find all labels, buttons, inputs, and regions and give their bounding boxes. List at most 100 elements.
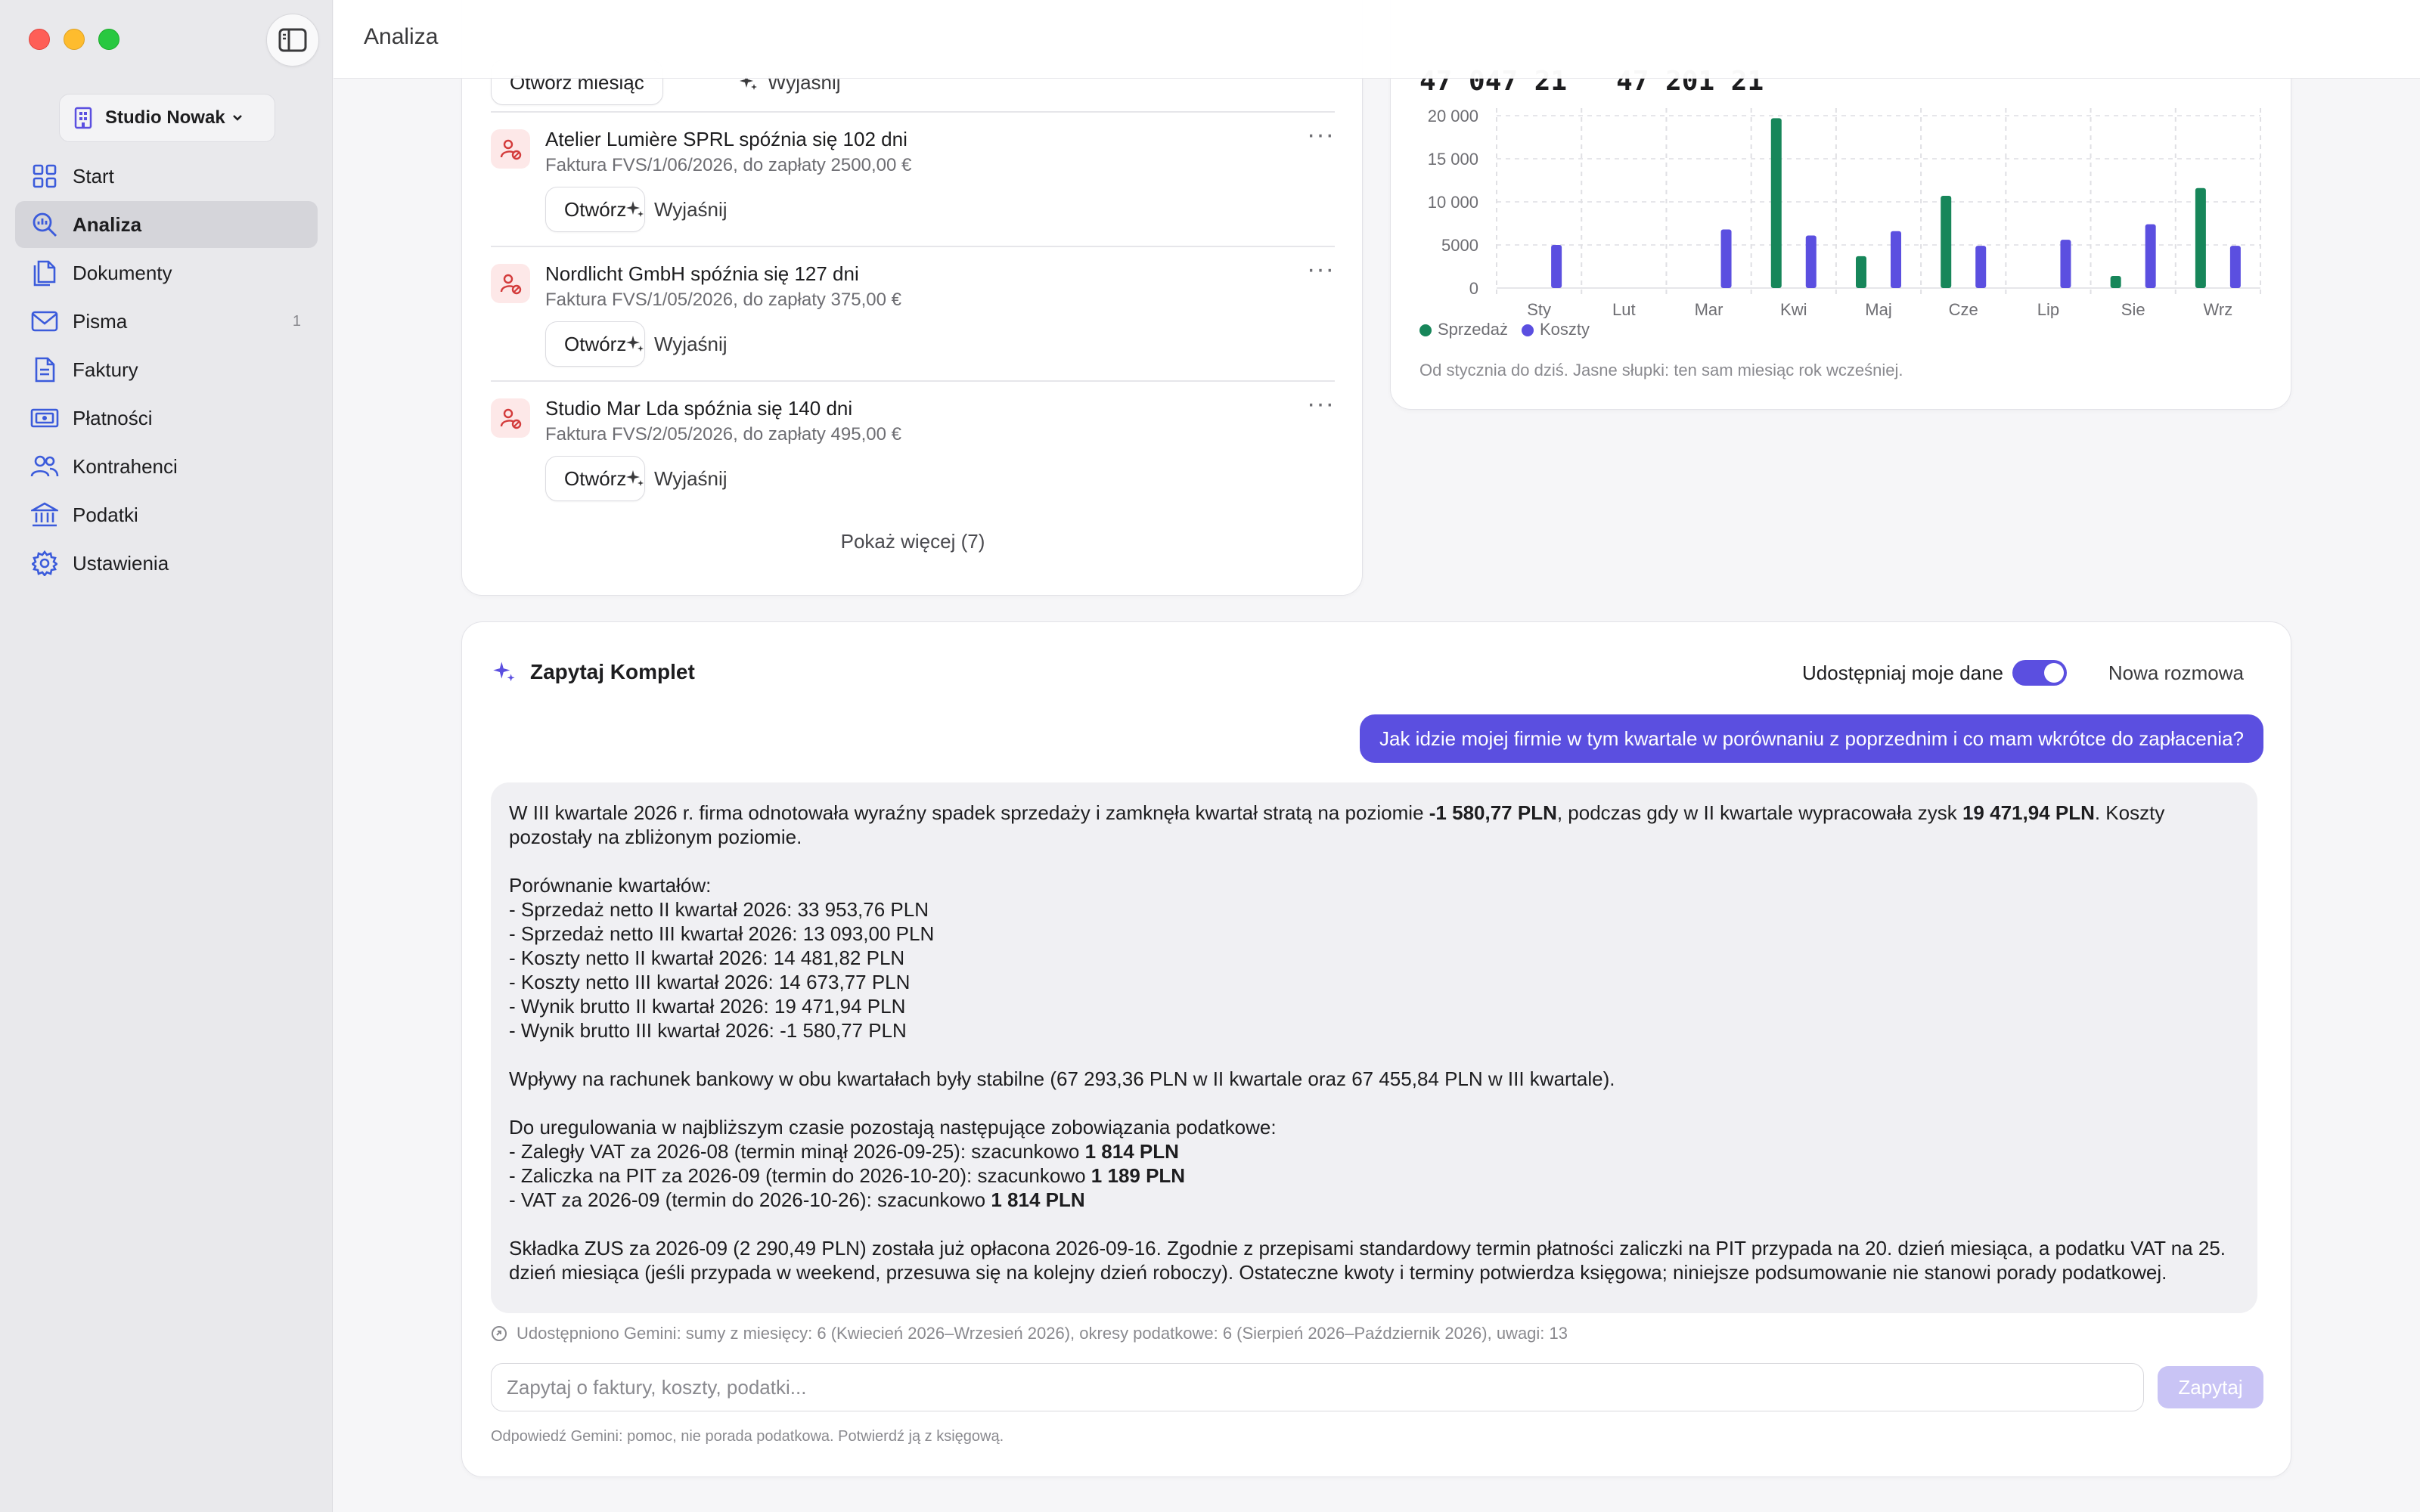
answer-bold: -1 580,77 PLN — [1429, 801, 1557, 824]
answer-list-item: - Koszty netto III kwartał 2026: 14 673,… — [509, 971, 911, 993]
sidebar-item-kontrahenci[interactable]: Kontrahenci — [15, 443, 318, 490]
x-tick-label: Sie — [2121, 300, 2145, 318]
answer-paragraph: Wpływy na rachunek bankowy w obu kwartał… — [509, 1067, 1615, 1090]
sidebar-item-ustawienia[interactable]: Ustawienia — [15, 540, 318, 587]
sidebar-toggle-button[interactable] — [266, 14, 319, 67]
ask-input[interactable] — [491, 1363, 2144, 1411]
x-tick-label: Cze — [1949, 300, 1978, 318]
top-bar: Analiza — [334, 0, 2420, 79]
legend-label: Sprzedaż — [1438, 320, 1508, 339]
answer-list-item: - Sprzedaż netto II kwartał 2026: 33 953… — [509, 898, 929, 921]
x-tick-label: Mar — [1695, 300, 1723, 318]
bar-sales — [1770, 118, 1782, 288]
sidebar-item-label: Dokumenty — [73, 261, 172, 284]
answer-text: , podczas gdy w II kwartale wypracowała … — [1556, 801, 1962, 824]
sparkle-icon — [493, 662, 515, 682]
overdue-subtitle: Faktura FVS/2/05/2026, do zapłaty 495,00… — [545, 424, 901, 445]
show-more-link[interactable]: Pokaż więcej (7) — [462, 530, 1362, 553]
answer-list-item: - Wynik brutto II kwartał 2026: 19 471,9… — [509, 995, 906, 1018]
answer-list-item: - Sprzedaż netto III kwartał 2026: 13 09… — [509, 922, 935, 945]
explain-button[interactable]: Wyjaśnij — [625, 187, 728, 232]
overdue-title: Studio Mar Lda spóźnia się 140 dni — [545, 397, 853, 420]
explain-button[interactable]: Wyjaśnij — [625, 456, 728, 501]
share-data-label: Udostępniaj moje dane — [1802, 662, 2003, 684]
sidebar-item-label: Podatki — [73, 503, 138, 526]
chart-legend: Sprzedaż Koszty — [1419, 320, 1590, 339]
y-tick-label: 20 000 — [1428, 107, 1478, 125]
more-options-icon[interactable]: ··· — [1307, 120, 1335, 150]
share-data-toggle[interactable] — [2012, 660, 2067, 686]
window-zoom-button[interactable] — [98, 29, 119, 50]
bar-costs — [2145, 224, 2156, 288]
sidebar: Studio Nowak Start Analiza Dokumenty Pis… — [0, 0, 333, 1512]
sidebar-item-platnosci[interactable]: Płatności — [15, 395, 318, 442]
bar-costs — [1891, 231, 1901, 288]
sidebar-item-faktury[interactable]: Faktury — [15, 346, 318, 393]
y-tick-label: 10 000 — [1428, 193, 1478, 212]
sparkle-icon — [626, 201, 644, 217]
answer-text: W III kwartale 2026 r. firma odnotowała … — [509, 801, 1429, 824]
sidebar-item-label: Kontrahenci — [73, 454, 178, 478]
explain-label: Wyjaśnij — [654, 197, 728, 221]
answer-paragraph: Składka ZUS za 2026-09 (2 290,49 PLN) zo… — [509, 1237, 2226, 1284]
more-options-icon[interactable]: ··· — [1307, 389, 1335, 419]
bank-icon — [30, 500, 59, 529]
sidebar-item-podatki[interactable]: Podatki — [15, 491, 318, 538]
sidebar-item-dokumenty[interactable]: Dokumenty — [15, 249, 318, 296]
sidebar-item-label: Pisma — [73, 309, 128, 333]
shared-note-text: Udostępniono Gemini: sumy z miesięcy: 6 … — [517, 1324, 1568, 1343]
sidebar-nav: Start Analiza Dokumenty Pisma 1 Faktury … — [15, 153, 318, 588]
explain-label: Wyjaśnij — [654, 466, 728, 490]
person-alert-icon — [491, 264, 530, 303]
bar-sales — [2110, 276, 2121, 288]
bar-costs — [2229, 246, 2241, 288]
sidebar-item-label: Start — [73, 164, 114, 187]
new-conversation-button[interactable]: Nowa rozmowa — [2108, 662, 2244, 685]
y-tick-label: 15 000 — [1428, 150, 1478, 169]
answer-list-item: - Zaległy VAT za 2026-08 (termin minął 2… — [509, 1140, 1085, 1163]
person-alert-icon — [491, 398, 530, 438]
overdue-row: Studio Mar Lda spóźnia się 140 dni Faktu… — [491, 380, 1335, 513]
documents-icon — [30, 259, 59, 287]
sidebar-item-label: Płatności — [73, 406, 153, 429]
sidebar-item-pisma[interactable]: Pisma 1 — [15, 298, 318, 345]
banknote-icon — [30, 404, 59, 432]
answer-text: Do uregulowania w najbliższym czasie poz… — [509, 1116, 1277, 1139]
overdue-title: Atelier Lumière SPRL spóźnia się 102 dni — [545, 128, 908, 150]
answer-list-item: - Koszty netto II kwartał 2026: 14 481,8… — [509, 947, 905, 969]
gear-icon — [30, 549, 59, 578]
sidebar-item-start[interactable]: Start — [15, 153, 318, 200]
explain-button[interactable]: Wyjaśnij — [625, 321, 728, 367]
window-minimize-button[interactable] — [64, 29, 85, 50]
chart-note: Od stycznia do dziś. Jasne słupki: ten s… — [1419, 361, 1903, 380]
overdue-row: Nordlicht GmbH spóźnia się 127 dni Faktu… — [491, 246, 1335, 379]
overdue-subtitle: Faktura FVS/1/06/2026, do zapłaty 2500,0… — [545, 155, 912, 175]
answer-paragraph: W III kwartale 2026 r. firma odnotowała … — [509, 801, 2239, 849]
y-tick-label: 0 — [1469, 279, 1478, 298]
people-icon — [30, 452, 59, 481]
x-tick-label: Wrz — [2204, 300, 2233, 318]
x-tick-label: Sty — [1527, 300, 1551, 318]
answer-paragraph: Porównanie kwartałów: - Sprzedaż netto I… — [509, 873, 2239, 1043]
sidebar-item-label: Faktury — [73, 358, 138, 381]
explain-label: Wyjaśnij — [654, 332, 728, 355]
x-tick-label: Kwi — [1780, 300, 1807, 318]
envelope-icon — [30, 307, 59, 336]
share-circle-icon — [492, 1326, 507, 1341]
ask-submit-button[interactable]: Zapytaj — [2158, 1366, 2263, 1408]
overdue-invoices-card: Otwórz miesiąc Wyjaśnij Atelier Lumière … — [461, 0, 1363, 596]
workspace-switcher[interactable]: Studio Nowak — [59, 94, 275, 142]
bar-sales — [1941, 196, 1952, 288]
legend-dot — [1521, 324, 1534, 336]
disclaimer: Odpowiedź Gemini: pomoc, nie porada poda… — [491, 1428, 1004, 1445]
window-close-button[interactable] — [29, 29, 50, 50]
answer-text: Porównanie kwartałów: — [509, 874, 712, 897]
unread-count-badge: 1 — [292, 312, 301, 330]
chevron-down-icon — [232, 115, 242, 121]
more-options-icon[interactable]: ··· — [1307, 255, 1335, 284]
answer-bold: 1 189 PLN — [1091, 1164, 1186, 1187]
sidebar-item-analiza[interactable]: Analiza — [15, 201, 318, 248]
building-icon — [74, 107, 92, 129]
legend-costs: Koszty — [1521, 320, 1590, 339]
answer-list-item: - Zaliczka na PIT za 2026-09 (termin do … — [509, 1164, 1091, 1187]
